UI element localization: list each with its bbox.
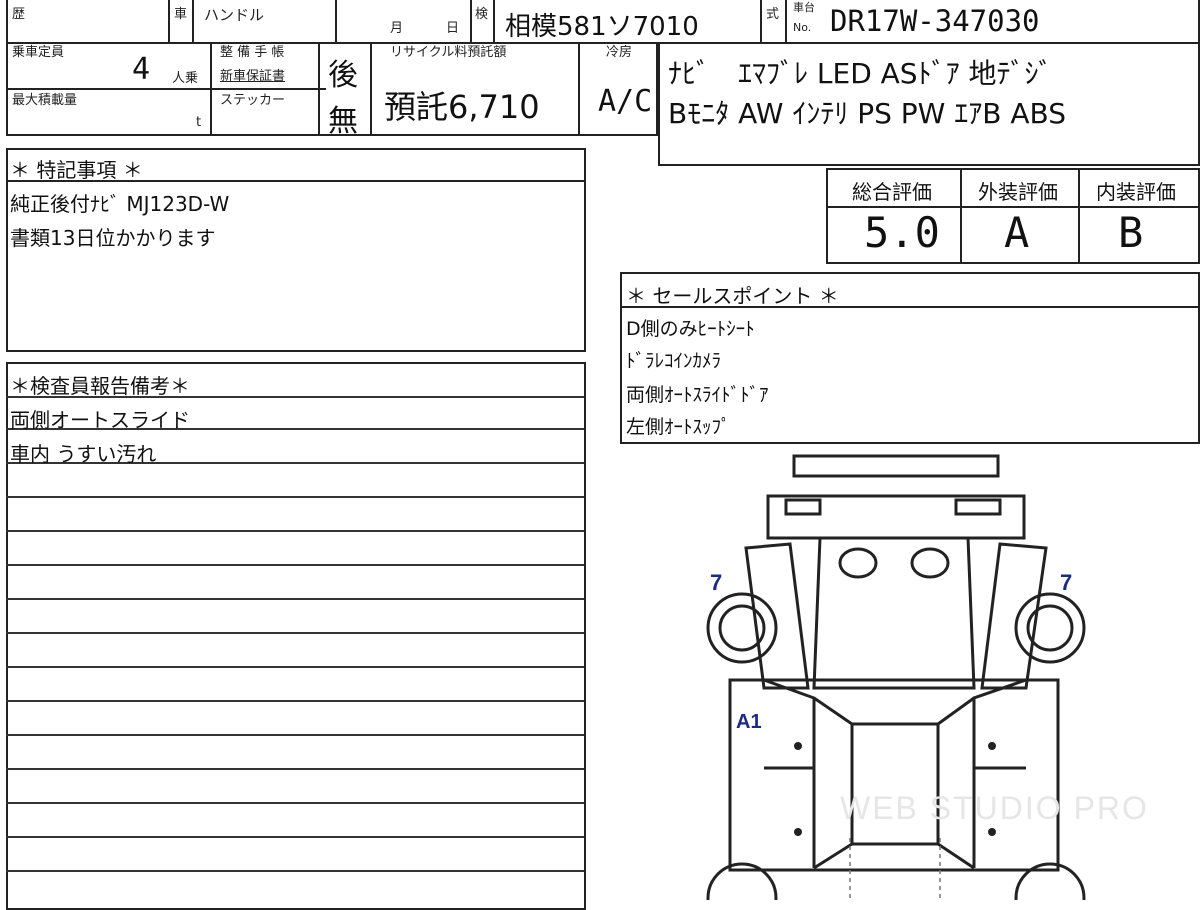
month-label: 月 <box>390 21 404 36</box>
cooler-value: A/C <box>598 84 653 119</box>
options-line-1: ﾅﾋﾞ ｴﾏﾌﾞﾚ LED ASﾄﾞｱ 地ﾃﾞｼﾞ <box>668 57 1053 90</box>
exterior-rating-label: 外装評価 <box>978 180 1058 204</box>
maintenance-value: 後 <box>328 58 358 93</box>
damage-mark-front-right: 7 <box>1060 570 1072 595</box>
sticker-value: 無 <box>328 104 358 139</box>
overall-rating-value: 5.0 <box>864 208 940 257</box>
damage-mark-side: A1 <box>736 711 762 733</box>
capacity-unit: 人乗 <box>172 71 199 86</box>
special-notes-line-2: 書類13日位かかります <box>10 226 216 250</box>
day-label: 日 <box>446 21 460 36</box>
chassis-label-bottom: No. <box>793 21 812 34</box>
overall-rating-label: 総合評価 <box>852 180 932 204</box>
watermark: WEB STUDIO PRO <box>840 790 1149 826</box>
warranty-label: 新車保証書 <box>220 69 286 84</box>
history-label: 歴 <box>12 7 26 22</box>
capacity-value: 4 <box>132 52 151 87</box>
cooler-label: 冷房 <box>606 45 633 60</box>
recycle-value: 預託6,710 <box>384 88 540 126</box>
chassis-label-top: 車台 <box>793 1 815 14</box>
sales-points-title: ＊ セールスポイント ＊ <box>626 284 839 308</box>
chassis-number: DR17W-347030 <box>830 4 1040 38</box>
options-line-2: Bﾓﾆﾀ AW ｲﾝﾃﾘ PS PW ｴｱB ABS <box>668 97 1067 130</box>
interior-rating-label: 内装評価 <box>1096 180 1176 204</box>
interior-rating-value: B <box>1118 208 1144 257</box>
capacity-label: 乗車定員 <box>12 45 65 60</box>
maintenance-label: 整 備 手 帳 <box>220 45 285 60</box>
max-load-unit: t <box>196 115 202 130</box>
max-load-label: 最大積載量 <box>12 93 78 108</box>
handle-label: ハンドル <box>204 6 265 24</box>
inspection-label: 検 <box>475 7 489 22</box>
vehicle-diagram: 7 7 A1 <box>706 454 1086 900</box>
recycle-label: リサイクル料預託額 <box>390 45 507 60</box>
car-label: 車 <box>174 7 188 22</box>
plate-number: 相模581ソ7010 <box>505 12 699 42</box>
sales-point-1: D側のみﾋｰﾄｼｰﾄ <box>626 318 755 340</box>
damage-mark-front-left: 7 <box>710 570 722 595</box>
inspector-report-line-2: 車内 うすい汚れ <box>10 442 157 466</box>
sticker-label: ステッカー <box>220 93 286 108</box>
sales-point-3: 両側ｵｰﾄｽﾗｲﾄﾞﾄﾞｱ <box>626 384 769 406</box>
inspector-report-line-1: 両側オートスライド <box>10 408 190 432</box>
special-notes-line-1: 純正後付ﾅﾋﾞ MJ123D-W <box>10 192 230 216</box>
special-notes-title: ＊ 特記事項 ＊ <box>10 158 143 182</box>
sales-point-4: 左側ｵｰﾄｽｯﾌﾟ <box>626 416 731 438</box>
sales-point-2: ﾄﾞﾗﾚｺｲﾝｶﾒﾗ <box>626 350 722 372</box>
exterior-rating-value: A <box>1004 208 1030 257</box>
model-label: 式 <box>766 7 780 22</box>
